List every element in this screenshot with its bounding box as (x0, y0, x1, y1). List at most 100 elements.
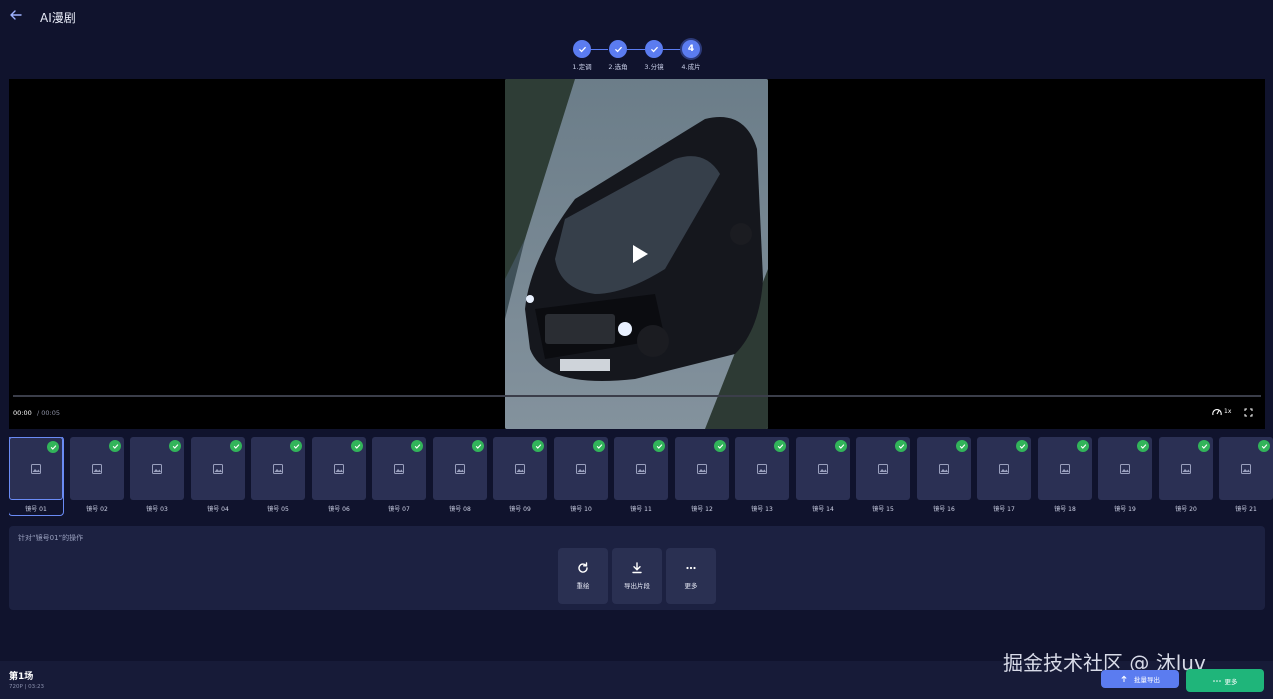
check-icon (895, 440, 907, 452)
shot-thumbnail (1219, 437, 1273, 500)
check-icon (411, 440, 423, 452)
shot-item[interactable]: 镜号 04 (191, 437, 245, 515)
check-icon (835, 440, 847, 452)
shot-item[interactable]: 镜号 02 (70, 437, 124, 515)
step-label: 4.成片 (681, 63, 701, 71)
image-placeholder-icon (1181, 463, 1191, 474)
shot-thumbnail (9, 437, 63, 500)
step-4[interactable]: 4 4.成片 (671, 40, 711, 71)
shot-item[interactable]: 镜号 12 (675, 437, 729, 515)
image-placeholder-icon (152, 463, 162, 474)
shot-item[interactable]: 镜号 11 (614, 437, 668, 515)
redraw-button[interactable]: 重绘 (558, 548, 608, 604)
shot-thumbnail (977, 437, 1031, 500)
step-2[interactable]: 2.选角 (598, 40, 638, 71)
shot-item[interactable]: 镜号 21 (1219, 437, 1273, 515)
image-placeholder-icon (455, 463, 465, 474)
app-title: AI漫剧 (40, 11, 76, 25)
check-icon (645, 40, 663, 58)
check-icon (956, 440, 968, 452)
shot-thumbnail (917, 437, 971, 500)
shot-label: 镜号 03 (146, 506, 168, 513)
export-clip-label: 导出片段 (624, 582, 650, 590)
more-actions-label: 更多 (684, 582, 698, 590)
shot-item[interactable]: 镜号 19 (1098, 437, 1152, 515)
shot-item[interactable]: 镜号 15 (856, 437, 910, 515)
upload-icon (1121, 675, 1127, 682)
speedometer-icon (1212, 408, 1222, 416)
shot-label: 镜号 07 (388, 506, 410, 513)
shot-thumbnail (433, 437, 487, 500)
shot-thumbnail (735, 437, 789, 500)
image-placeholder-icon (273, 463, 283, 474)
image-placeholder-icon (334, 463, 344, 474)
progress-bar[interactable] (13, 395, 1261, 397)
shot-label: 镜号 20 (1175, 506, 1197, 513)
shot-item[interactable]: 镜号 18 (1038, 437, 1092, 515)
shot-thumbnail (493, 437, 547, 500)
playback-speed-button[interactable]: 1x (1212, 407, 1231, 416)
step-3[interactable]: 3.分镜 (634, 40, 674, 71)
shot-item[interactable]: 镜号 20 (1159, 437, 1213, 515)
check-icon (1258, 440, 1270, 452)
shot-item[interactable]: 镜号 13 (735, 437, 789, 515)
shot-label: 镜号 19 (1114, 506, 1136, 513)
check-icon (573, 40, 591, 58)
footer-bar: 第1场 720P | 03:23 掘金技术社区 @ 沐luv 批量导出 更多 (0, 651, 1273, 699)
step-label: 3.分镜 (644, 63, 664, 71)
more-dots-icon (686, 566, 696, 570)
download-icon (632, 562, 642, 574)
shot-item[interactable]: 镜号 17 (977, 437, 1031, 515)
shot-item[interactable]: 镜号 03 (130, 437, 184, 515)
image-placeholder-icon (515, 463, 525, 474)
refresh-icon (578, 562, 588, 573)
image-placeholder-icon (697, 463, 707, 474)
shot-label: 镜号 05 (267, 506, 289, 513)
shot-item[interactable]: 镜号 08 (433, 437, 487, 515)
video-player[interactable]: 00:00 / 00:05 1x (9, 79, 1265, 429)
image-placeholder-icon (878, 463, 888, 474)
redraw-label: 重绘 (576, 582, 590, 590)
shot-thumbnail (1038, 437, 1092, 500)
play-icon[interactable] (631, 244, 649, 264)
shot-label: 镜号 15 (872, 506, 894, 513)
more-dots-icon (1212, 679, 1221, 682)
image-placeholder-icon (213, 463, 223, 474)
image-placeholder-icon (394, 463, 404, 474)
check-icon (532, 440, 544, 452)
shot-thumbnail (614, 437, 668, 500)
step-number: 4 (682, 40, 700, 58)
shot-thumbnail (130, 437, 184, 500)
image-placeholder-icon (636, 463, 646, 474)
shot-item[interactable]: 镜号 06 (312, 437, 366, 515)
batch-export-button[interactable]: 批量导出 (1101, 670, 1179, 688)
batch-export-label: 批量导出 (1134, 676, 1160, 684)
shot-item[interactable]: 镜号 14 (796, 437, 850, 515)
check-icon (774, 440, 786, 452)
shot-item[interactable]: 镜号 09 (493, 437, 547, 515)
shot-item[interactable]: 镜号 16 (917, 437, 971, 515)
scene-title: 第1场 (9, 672, 34, 682)
export-clip-button[interactable]: 导出片段 (612, 548, 662, 604)
check-icon (653, 440, 665, 452)
shot-label: 镜号 11 (630, 506, 652, 513)
shot-item[interactable]: 镜号 10 (554, 437, 608, 515)
image-placeholder-icon (1241, 463, 1251, 474)
image-placeholder-icon (939, 463, 949, 474)
image-placeholder-icon (999, 463, 1009, 474)
current-time: 00:00 (13, 409, 32, 417)
footer-more-button[interactable]: 更多 (1186, 669, 1264, 692)
stepper: 1.定调 2.选角 3.分镜 4 4.成片 (0, 40, 1273, 72)
shot-label: 镜号 21 (1235, 506, 1257, 513)
step-label: 2.选角 (608, 63, 628, 71)
fullscreen-icon[interactable] (1244, 408, 1253, 417)
more-actions-button[interactable]: 更多 (666, 548, 716, 604)
shot-item[interactable]: 镜号 07 (372, 437, 426, 515)
image-placeholder-icon (31, 463, 41, 474)
back-arrow-icon[interactable] (9, 8, 23, 22)
step-1[interactable]: 1.定调 (562, 40, 602, 71)
shot-item[interactable]: 镜号 05 (251, 437, 305, 515)
shot-item[interactable]: 镜号 01 (9, 437, 64, 516)
shot-label: 镜号 12 (691, 506, 713, 513)
check-icon (1198, 440, 1210, 452)
